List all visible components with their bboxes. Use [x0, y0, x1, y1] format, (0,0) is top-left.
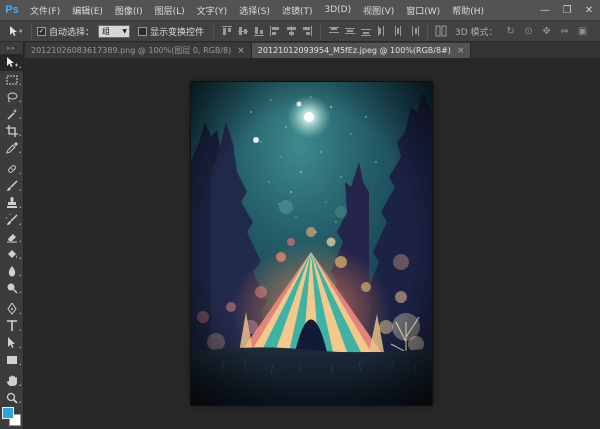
canvas-workspace[interactable]: [25, 58, 600, 429]
auto-select-checkbox[interactable]: ✓: [37, 26, 46, 36]
separator: [427, 23, 429, 39]
marquee-tool-icon[interactable]: [0, 71, 24, 88]
paint-bucket-tool-icon[interactable]: [0, 245, 24, 262]
options-bar: ✓ 自动选择： 组 ▼ 显示变换控件 3D 模式： ↻ ⊙ ✥ ⇔ ▣: [0, 21, 600, 42]
zoom-tool-icon[interactable]: [0, 389, 24, 406]
crop-tool-icon[interactable]: [0, 122, 24, 139]
menu-file[interactable]: 文件(F): [24, 4, 66, 17]
align-vcenter-icon[interactable]: [235, 24, 250, 39]
menu-window[interactable]: 窗口(W): [400, 4, 446, 17]
tab-document-1[interactable]: 20121026083617389.png @ 100%(图层 0, RGB/8…: [25, 43, 252, 58]
align-top-icon[interactable]: [219, 24, 234, 39]
chevron-down-icon: ▼: [122, 27, 128, 35]
panel-grip-icon[interactable]: ▸▸: [0, 42, 23, 54]
tab-document-2[interactable]: 20121012093954_M5fEz.jpeg @ 100%(RGB/8#)…: [251, 43, 472, 58]
menu-image[interactable]: 图像(I): [109, 4, 149, 17]
3d-mode-label: 3D 模式：: [455, 27, 498, 38]
minimize-button[interactable]: —: [534, 0, 556, 21]
history-brush-tool-icon[interactable]: [0, 211, 24, 228]
3d-roll-icon[interactable]: ⊙: [520, 24, 538, 39]
align-left-icon[interactable]: [267, 24, 282, 39]
rectangle-tool-icon[interactable]: [0, 351, 24, 368]
move-tool-icon[interactable]: [0, 54, 24, 71]
pen-tool-icon[interactable]: [0, 300, 24, 317]
menu-3d[interactable]: 3D(D): [318, 5, 357, 15]
3d-drag-icon[interactable]: ✥: [538, 24, 556, 39]
dodge-tool-icon[interactable]: [0, 279, 24, 296]
document-tabs: 20121026083617389.png @ 100%(图层 0, RGB/8…: [25, 42, 600, 58]
close-icon[interactable]: ×: [237, 46, 245, 56]
blur-tool-icon[interactable]: [0, 262, 24, 279]
menu-help[interactable]: 帮助(H): [446, 4, 490, 17]
tab-label: 20121012093954_M5fEz.jpeg @ 100%(RGB/8#): [257, 46, 451, 55]
tools-panel: ▸▸: [0, 42, 24, 429]
separator: [31, 23, 32, 39]
distribute-top-icon[interactable]: [326, 24, 341, 39]
3d-scale-icon[interactable]: ▣: [574, 24, 592, 39]
auto-select-label: 自动选择：: [49, 27, 95, 38]
menu-filter[interactable]: 滤镜(T): [276, 4, 319, 17]
path-selection-tool-icon[interactable]: [0, 334, 24, 351]
photoshop-logo: Ps: [5, 4, 19, 16]
close-button[interactable]: ✕: [578, 0, 600, 21]
separator: [320, 23, 322, 39]
lasso-tool-icon[interactable]: [0, 88, 24, 105]
menu-view[interactable]: 视图(V): [357, 4, 400, 17]
distribute-right-icon[interactable]: [406, 24, 421, 39]
close-icon[interactable]: ×: [457, 46, 465, 56]
hand-tool-icon[interactable]: [0, 372, 24, 389]
distribute-vcenter-icon[interactable]: [342, 24, 357, 39]
tab-label: 20121026083617389.png @ 100%(图层 0, RGB/8…: [31, 46, 232, 55]
3d-rotate-icon[interactable]: ↻: [502, 24, 520, 39]
color-swatches: [2, 407, 22, 427]
distribute-bottom-icon[interactable]: [358, 24, 373, 39]
align-hcenter-icon[interactable]: [283, 24, 298, 39]
eyedropper-tool-icon[interactable]: [0, 139, 24, 156]
separator: [213, 23, 215, 39]
magic-wand-tool-icon[interactable]: [0, 105, 24, 122]
show-transform-checkbox[interactable]: [138, 26, 148, 36]
align-right-icon[interactable]: [299, 24, 314, 39]
menu-edit[interactable]: 编辑(E): [66, 4, 109, 17]
distribute-left-icon[interactable]: [374, 24, 389, 39]
foreground-color-swatch[interactable]: [2, 407, 14, 419]
clone-stamp-tool-icon[interactable]: [0, 194, 24, 211]
auto-select-dropdown[interactable]: 组 ▼: [98, 24, 131, 38]
move-tool-preset-icon[interactable]: [4, 23, 26, 40]
document-canvas[interactable]: [191, 82, 432, 405]
eraser-tool-icon[interactable]: [0, 228, 24, 245]
menu-bar: Ps 文件(F) 编辑(E) 图像(I) 图层(L) 文字(Y) 选择(S) 滤…: [0, 0, 600, 21]
healing-brush-tool-icon[interactable]: [0, 160, 24, 177]
auto-align-layers-icon[interactable]: [433, 24, 448, 39]
circus-tent-night-image: [191, 82, 432, 405]
brush-tool-icon[interactable]: [0, 177, 24, 194]
type-tool-icon[interactable]: [0, 317, 24, 334]
distribute-hcenter-icon[interactable]: [390, 24, 405, 39]
window-controls: — ❐ ✕: [534, 0, 600, 21]
auto-select-value: 组: [102, 26, 111, 36]
menu-type[interactable]: 文字(Y): [191, 4, 234, 17]
menu-layer[interactable]: 图层(L): [149, 4, 191, 17]
align-bottom-icon[interactable]: [251, 24, 266, 39]
3d-slide-icon[interactable]: ⇔: [556, 24, 574, 39]
menu-select[interactable]: 选择(S): [233, 4, 276, 17]
show-transform-label: 显示变换控件: [150, 27, 205, 38]
restore-button[interactable]: ❐: [556, 0, 578, 21]
